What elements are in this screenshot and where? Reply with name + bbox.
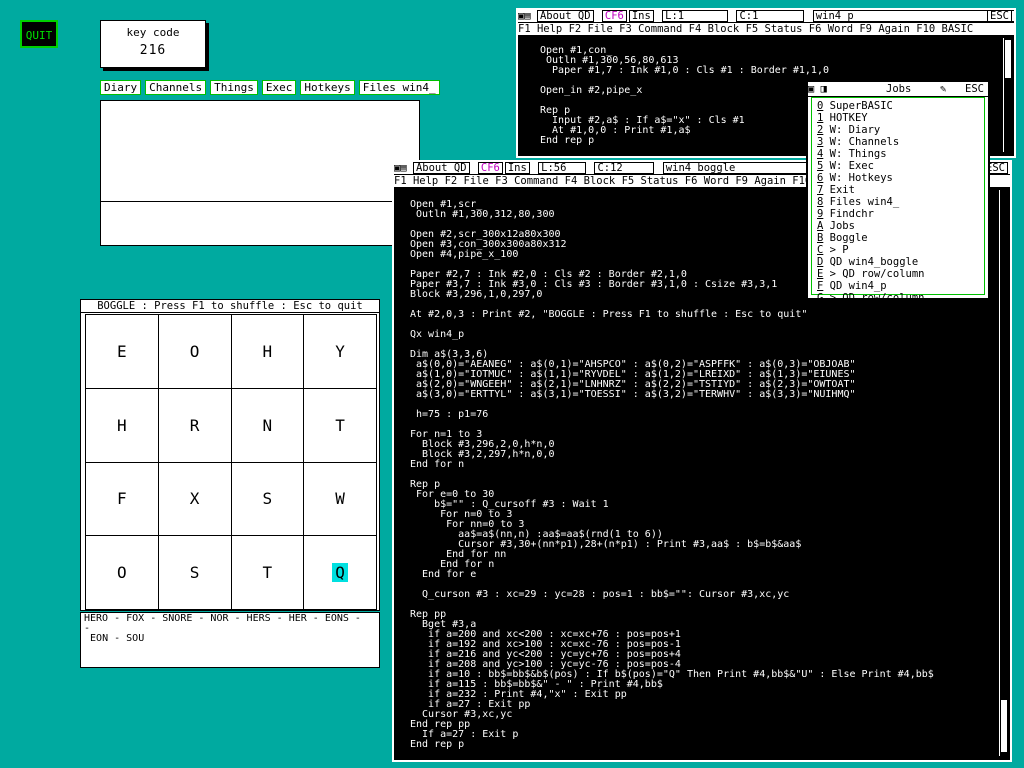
diary-window[interactable] — [100, 100, 420, 246]
boggle-letter: S — [189, 563, 200, 583]
boggle-cell[interactable]: T — [304, 388, 377, 463]
boggle-grid[interactable]: E O H Y H R N T F X S W O S T Q — [85, 314, 377, 610]
boggle-letter: F — [117, 489, 127, 509]
window-move-icon[interactable]: ▣▤ — [518, 10, 537, 22]
job-item[interactable]: A Jobs — [817, 220, 984, 232]
cf6-button[interactable]: CF6 — [601, 10, 627, 22]
boggle-cell[interactable]: S — [231, 462, 305, 537]
menu-exec[interactable]: Exec — [261, 80, 297, 95]
cf6-button[interactable]: CF6 — [477, 162, 503, 174]
move-icon[interactable]: ▣ ◨ — [808, 83, 827, 95]
boggle-cell[interactable]: T — [231, 536, 305, 610]
boggle-letter: Y — [335, 341, 345, 361]
diary-divider — [101, 201, 419, 202]
jobs-list: 0 SuperBASIC 1 HOTKEY 2 W: Diary 3 W: Ch… — [811, 97, 985, 304]
menu-files[interactable]: Files win4_ — [358, 80, 440, 95]
insert-mode[interactable]: Ins — [504, 162, 530, 174]
boggle-cell[interactable]: Y — [304, 315, 377, 389]
boggle-cell[interactable]: O — [158, 315, 232, 389]
job-item[interactable]: 9 Findchr — [817, 208, 984, 220]
file-name: win4_p — [812, 10, 1014, 22]
function-key-bar[interactable]: F1 Help F2 File F3 Command F4 Block F5 S… — [518, 22, 1014, 35]
job-item[interactable]: 3 W: Channels — [817, 136, 984, 148]
boggle-letter: X — [189, 489, 200, 509]
keycode-panel: key code 216 — [100, 20, 206, 68]
job-item[interactable]: F QD win4_p — [817, 280, 984, 292]
boggle-letter: Q — [332, 563, 348, 583]
job-item[interactable]: 4 W: Things — [817, 148, 984, 160]
column-indicator: C:12 — [594, 162, 655, 174]
boggle-window[interactable]: BOGGLE : Press F1 to shuffle : Esc to qu… — [80, 299, 380, 611]
boggle-letter: R — [189, 415, 200, 435]
job-item[interactable]: C > P — [817, 244, 984, 256]
jobs-title: Jobs — [886, 83, 912, 95]
boggle-cell[interactable]: W — [304, 462, 377, 537]
column-indicator: C:1 — [736, 10, 805, 22]
job-item[interactable]: 6 W: Hotkeys — [817, 172, 984, 184]
boggle-letter: T — [262, 563, 273, 583]
jobs-menu[interactable]: ▣ ◨ Jobs ✎ ESC 0 SuperBASIC 1 HOTKEY 2 W… — [806, 80, 990, 304]
boggle-header: BOGGLE : Press F1 to shuffle : Esc to qu… — [81, 300, 379, 313]
line-indicator: L:1 — [662, 10, 729, 22]
boggle-letter: N — [262, 415, 273, 435]
job-item[interactable]: G > QD row/column — [817, 292, 984, 304]
boggle-cell[interactable]: S — [158, 536, 232, 610]
boggle-cell[interactable]: E — [86, 315, 159, 389]
boggle-letter: S — [262, 489, 273, 509]
scrollbar-thumb[interactable] — [1001, 700, 1007, 752]
job-item[interactable]: 1 HOTKEY — [817, 112, 984, 124]
boggle-letter: E — [117, 341, 127, 361]
boggle-cell-selected[interactable]: Q — [304, 536, 377, 610]
boggle-cell[interactable]: X — [158, 462, 232, 537]
scrollbar[interactable] — [1003, 38, 1012, 152]
job-item[interactable]: 0 SuperBASIC — [817, 100, 984, 112]
boggle-letter: T — [335, 415, 345, 435]
boggle-letter: H — [117, 415, 127, 435]
esc-button[interactable]: ESC — [987, 10, 1012, 22]
insert-mode[interactable]: Ins — [628, 10, 654, 22]
job-item[interactable]: 2 W: Diary — [817, 124, 984, 136]
boggle-cell[interactable]: H — [231, 315, 305, 389]
job-item[interactable]: B Boggle — [817, 232, 984, 244]
about-button[interactable]: About QD — [536, 10, 594, 22]
boggle-cell[interactable]: O — [86, 536, 159, 610]
keycode-value: 216 — [139, 43, 167, 58]
line-indicator: L:56 — [538, 162, 587, 174]
editor-title-bar: ▣▤ About QD CF6 Ins L:1 C:1 win4_p ESC — [518, 10, 1014, 22]
menu-things[interactable]: Things — [210, 80, 258, 95]
boggle-cell[interactable]: N — [231, 388, 305, 463]
menu-hotkeys[interactable]: Hotkeys — [300, 80, 355, 95]
scrollbar[interactable] — [999, 190, 1008, 756]
jobs-title-bar: ▣ ◨ Jobs ✎ ESC — [808, 82, 988, 97]
window-move-icon[interactable]: ▣▤ — [394, 162, 413, 174]
boggle-cell[interactable]: F — [86, 462, 159, 537]
wand-icon[interactable]: ✎ — [940, 82, 946, 96]
keycode-title: key code — [126, 26, 180, 39]
menu-bar: Diary Channels Things Exec Hotkeys Files… — [100, 80, 440, 95]
about-button[interactable]: About QD — [412, 162, 470, 174]
scrollbar-thumb[interactable] — [1005, 40, 1011, 78]
found-words-panel: HERO - FOX - SNORE - NOR - HERS - HER - … — [80, 612, 380, 668]
boggle-letter: H — [262, 341, 273, 361]
boggle-letter: O — [189, 341, 200, 361]
quit-button[interactable]: QUIT — [20, 20, 58, 48]
menu-channels[interactable]: Channels — [145, 80, 207, 95]
job-item[interactable]: E > QD row/column — [817, 268, 984, 280]
job-item[interactable]: 8 Files win4_ — [817, 196, 984, 208]
boggle-cell[interactable]: R — [158, 388, 232, 463]
esc-button[interactable]: ESC — [965, 82, 984, 96]
boggle-letter: W — [335, 489, 345, 509]
boggle-letter: O — [117, 563, 127, 583]
job-item[interactable]: 7 Exit — [817, 184, 984, 196]
boggle-cell[interactable]: H — [86, 388, 159, 463]
job-item[interactable]: 5 W: Exec — [817, 160, 984, 172]
job-item[interactable]: D QD win4_boggle — [817, 256, 984, 268]
menu-diary[interactable]: Diary — [100, 80, 142, 95]
